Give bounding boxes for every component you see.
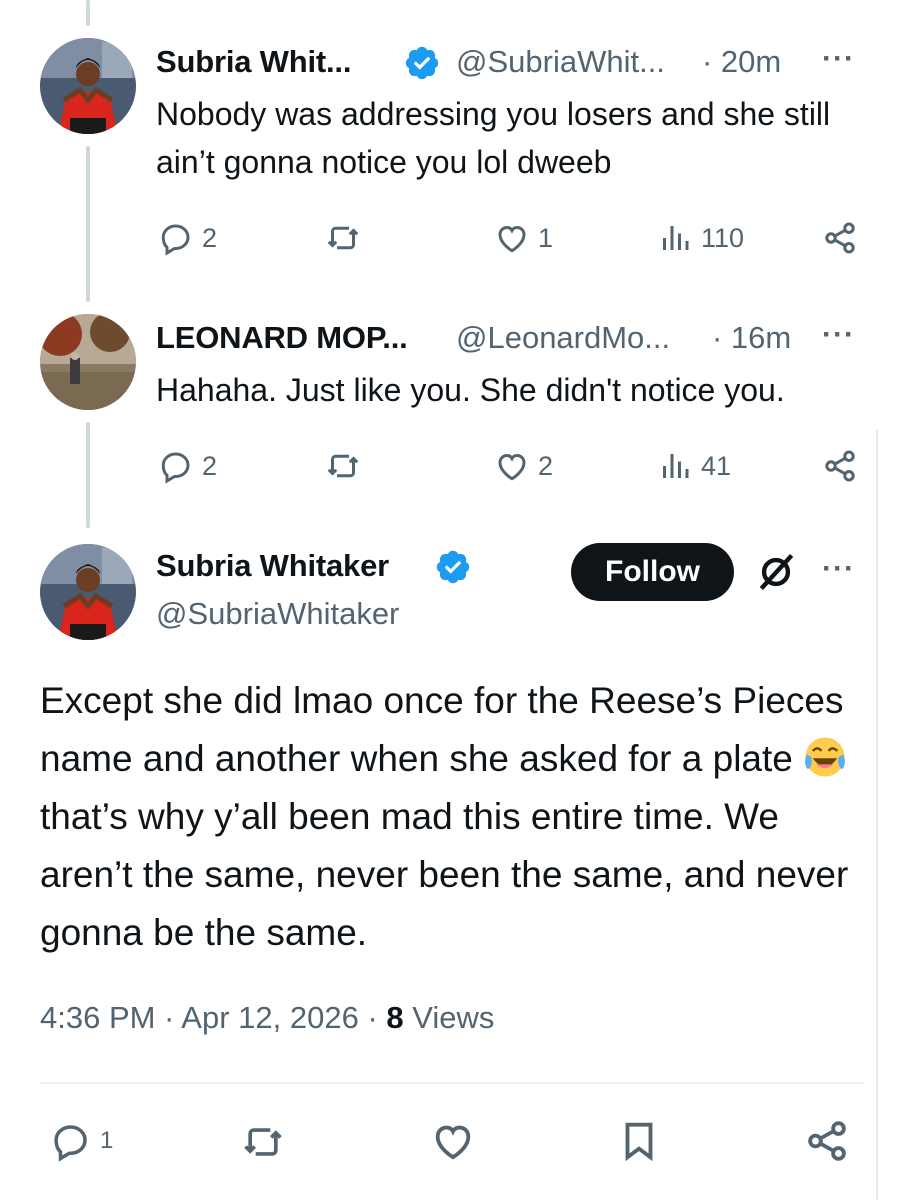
like-count: 2 xyxy=(538,450,554,481)
author-name[interactable]: Subria Whitaker xyxy=(156,548,389,584)
author-handle[interactable]: @SubriaWhit... xyxy=(456,44,665,80)
more-icon[interactable]: ··· xyxy=(822,318,855,352)
thread-line-top xyxy=(86,0,90,26)
tears-of-joy-emoji-icon xyxy=(805,737,846,777)
retweet-button[interactable] xyxy=(325,220,361,256)
share-icon xyxy=(808,1121,846,1161)
avatar[interactable] xyxy=(40,314,136,410)
verified-badge-icon xyxy=(405,46,439,80)
retweet-button[interactable] xyxy=(325,448,361,484)
retweet-icon xyxy=(244,1128,282,1156)
heart-icon xyxy=(435,1125,471,1160)
retweet-button[interactable] xyxy=(241,1120,285,1164)
avatar[interactable] xyxy=(40,38,136,134)
author-name[interactable]: Subria Whit... xyxy=(156,44,351,80)
tweet-text: Except she did lmao once for the Reese’s… xyxy=(40,672,860,962)
timestamp[interactable]: 4:36 PM · Apr 12, 2026 · xyxy=(40,1000,386,1035)
views-count: 41 xyxy=(701,450,732,481)
share-icon xyxy=(825,450,855,482)
reply-button[interactable]: 2 xyxy=(158,448,217,484)
heart-icon xyxy=(498,453,526,481)
share-button[interactable] xyxy=(822,448,858,484)
author-handle[interactable]: @SubriaWhitaker xyxy=(156,596,399,632)
share-button[interactable] xyxy=(804,1118,850,1164)
like-button[interactable]: 1 xyxy=(494,220,553,256)
timestamp[interactable]: · 16m xyxy=(712,320,791,356)
share-button[interactable] xyxy=(822,220,858,256)
tweet-text-part-1: Except she did lmao once for the Reese’s… xyxy=(40,680,844,779)
bookmark-icon xyxy=(625,1122,653,1162)
grok-icon[interactable] xyxy=(754,550,798,594)
reply-button[interactable]: 1 xyxy=(50,1120,113,1162)
views-label: Views xyxy=(403,1000,495,1035)
divider xyxy=(40,1082,864,1084)
scroll-track xyxy=(876,430,878,1200)
views-button[interactable]: 110 xyxy=(657,220,744,256)
like-button[interactable] xyxy=(430,1118,476,1164)
verified-badge-icon xyxy=(436,550,470,584)
thread-line-1 xyxy=(86,146,90,302)
heart-icon xyxy=(498,225,526,253)
like-button[interactable]: 2 xyxy=(494,448,553,484)
speech-bubble-icon xyxy=(161,224,190,256)
bookmark-button[interactable] xyxy=(616,1118,662,1164)
retweet-icon xyxy=(327,454,359,478)
views-count: 8 xyxy=(386,1000,404,1035)
tweet-text-part-2: that’s why y’all been mad this entire ti… xyxy=(40,796,849,953)
views-count: 110 xyxy=(701,222,745,253)
thread-line-2 xyxy=(86,422,90,528)
like-count: 1 xyxy=(538,222,554,253)
avatar[interactable] xyxy=(40,544,136,640)
author-handle[interactable]: @LeonardMo... xyxy=(456,320,670,356)
author-name[interactable]: LEONARD MOP... xyxy=(156,320,408,356)
speech-bubble-icon xyxy=(161,452,190,484)
follow-button[interactable]: Follow xyxy=(571,543,734,601)
more-icon[interactable]: ··· xyxy=(822,552,855,586)
reply-count: 2 xyxy=(202,222,218,253)
share-icon xyxy=(825,222,855,254)
reply-button[interactable]: 2 xyxy=(158,220,217,256)
tweet-text: Nobody was addressing you losers and she… xyxy=(156,96,831,180)
views-button[interactable]: 41 xyxy=(657,448,731,484)
reply-count: 1 xyxy=(100,1127,114,1154)
tweet-text: Hahaha. Just like you. She didn't notice… xyxy=(156,372,785,408)
reply-count: 2 xyxy=(202,450,218,481)
tweet-metadata: 4:36 PM · Apr 12, 2026 · 8 Views xyxy=(40,1000,494,1036)
bar-chart-icon xyxy=(663,454,689,478)
speech-bubble-icon xyxy=(54,1125,87,1162)
retweet-icon xyxy=(327,226,359,250)
more-icon[interactable]: ··· xyxy=(822,42,855,76)
timestamp[interactable]: · 20m xyxy=(702,44,781,80)
bar-chart-icon xyxy=(663,226,689,250)
